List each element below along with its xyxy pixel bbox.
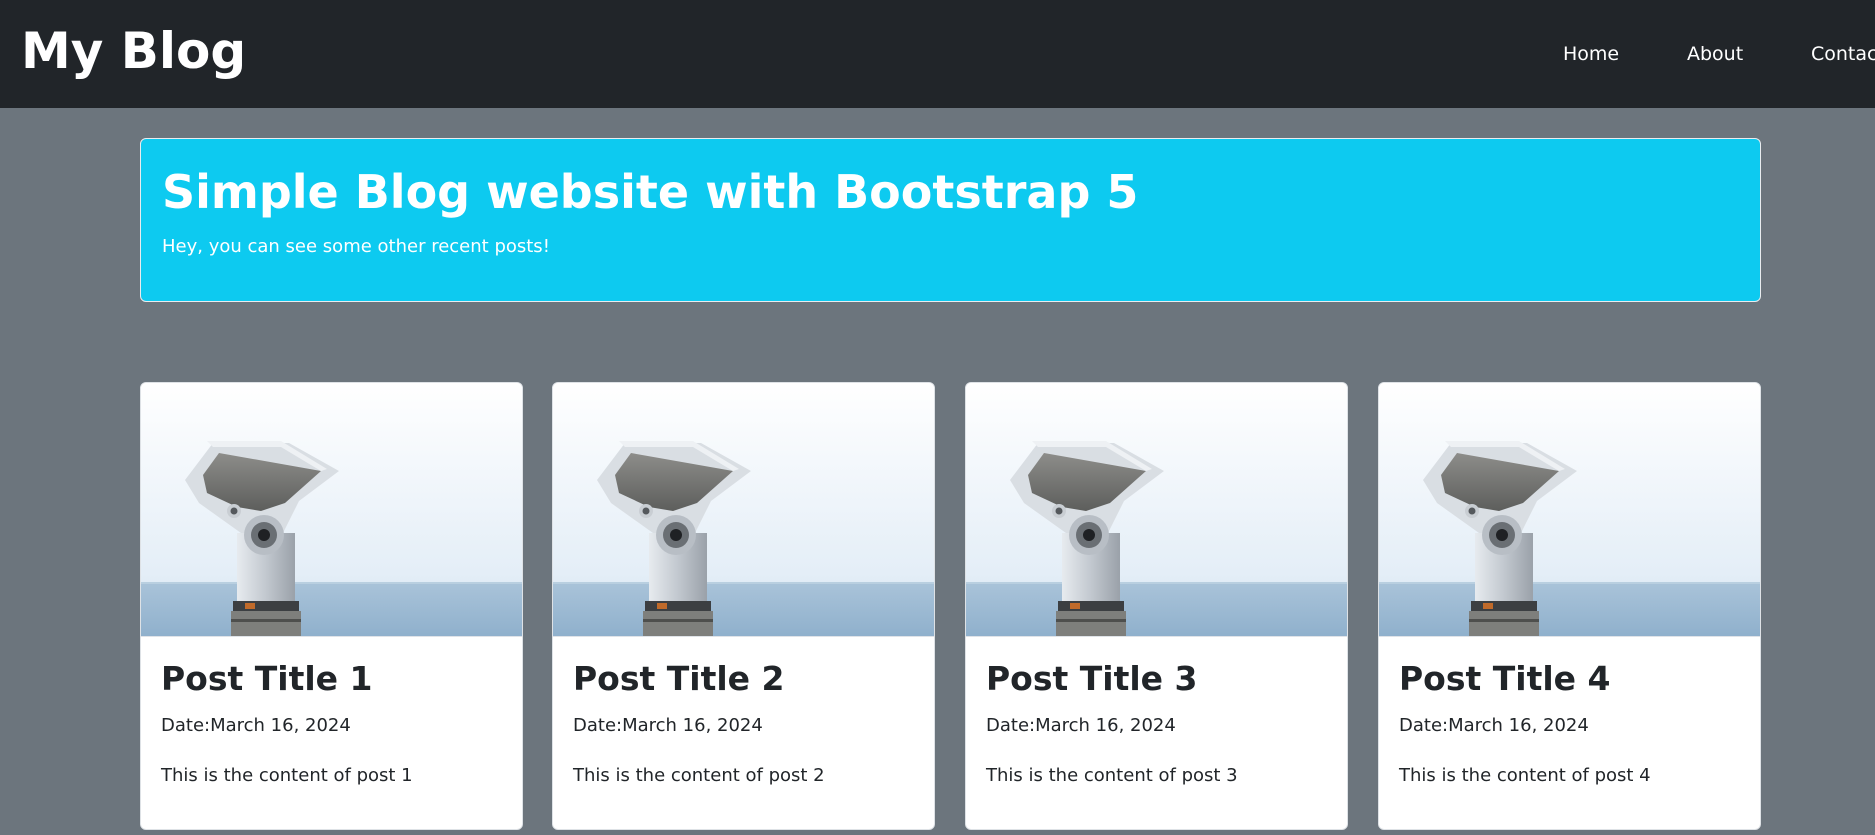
post-date: Date:March 16, 2024 bbox=[573, 715, 763, 736]
post-card: Post Title 4 Date:March 16, 2024 This is… bbox=[1378, 382, 1761, 830]
nav-links: Home About Contact bbox=[1563, 40, 1875, 70]
post-date: Date:March 16, 2024 bbox=[161, 715, 351, 736]
post-title: Post Title 2 bbox=[573, 659, 785, 698]
post-title: Post Title 4 bbox=[1399, 659, 1611, 698]
post-card: Post Title 2 Date:March 16, 2024 This is… bbox=[552, 382, 935, 830]
navbar-brand[interactable]: My Blog bbox=[21, 18, 246, 84]
post-image bbox=[1379, 383, 1760, 637]
post-title: Post Title 1 bbox=[161, 659, 373, 698]
post-image bbox=[553, 383, 934, 637]
nav-link-contact[interactable]: Contact bbox=[1811, 40, 1875, 68]
post-content: This is the content of post 3 bbox=[986, 765, 1238, 786]
nav-link-home[interactable]: Home bbox=[1563, 40, 1619, 68]
post-date: Date:March 16, 2024 bbox=[1399, 715, 1589, 736]
nav-link-about[interactable]: About bbox=[1687, 40, 1743, 68]
post-content: This is the content of post 4 bbox=[1399, 765, 1651, 786]
hero-subtitle: Hey, you can see some other recent posts… bbox=[162, 236, 550, 257]
post-card: Post Title 3 Date:March 16, 2024 This is… bbox=[965, 382, 1348, 830]
post-image bbox=[966, 383, 1347, 637]
hero-title: Simple Blog website with Bootstrap 5 bbox=[162, 165, 1139, 219]
post-card: Post Title 1 Date:March 16, 2024 This is… bbox=[140, 382, 523, 830]
post-image bbox=[141, 383, 522, 637]
post-title: Post Title 3 bbox=[986, 659, 1198, 698]
post-date: Date:March 16, 2024 bbox=[986, 715, 1176, 736]
post-content: This is the content of post 1 bbox=[161, 765, 413, 786]
navbar: My Blog Home About Contact bbox=[0, 0, 1875, 108]
post-content: This is the content of post 2 bbox=[573, 765, 825, 786]
hero-banner: Simple Blog website with Bootstrap 5 Hey… bbox=[140, 138, 1761, 302]
